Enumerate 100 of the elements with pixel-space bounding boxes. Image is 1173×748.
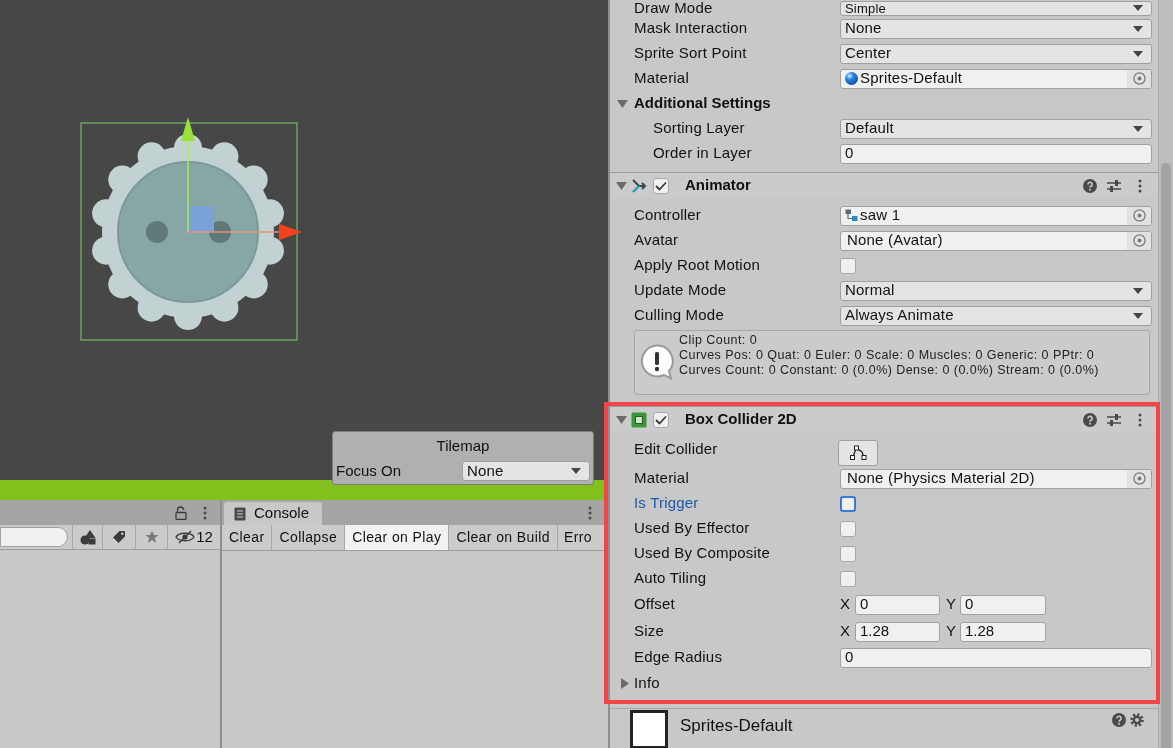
caret-icon [571, 468, 581, 475]
x-axis-arrow[interactable] [187, 224, 302, 240]
sliders-icon[interactable] [1107, 412, 1121, 427]
checkmark-icon [655, 414, 667, 425]
foldout-triangle-icon[interactable] [616, 415, 627, 424]
more-icon[interactable] [203, 505, 207, 520]
number-field[interactable]: 0 [960, 594, 1046, 615]
target-icon [1132, 234, 1146, 247]
node-graph-icon [845, 209, 858, 222]
component-title: Animator [685, 175, 751, 196]
enable-checkbox[interactable] [653, 177, 669, 194]
object-picker-button[interactable] [1127, 469, 1151, 488]
object-field[interactable]: None (Physics Material 2D) [840, 468, 1152, 489]
object-picker-button[interactable] [1127, 231, 1151, 250]
caret-icon [1133, 5, 1143, 11]
field-label: Auto Tiling [634, 568, 708, 589]
edit-collider-button[interactable] [838, 440, 878, 466]
object-field[interactable]: saw 1 [840, 205, 1152, 226]
material-preview [630, 710, 668, 748]
number-field[interactable]: 1.28 [960, 621, 1046, 642]
enable-checkbox[interactable] [653, 411, 669, 428]
target-icon [1132, 209, 1146, 222]
console-tab[interactable]: Console [224, 502, 322, 525]
axis-label: Y [946, 594, 957, 615]
axis-label: Y [946, 621, 957, 642]
checkbox[interactable] [840, 495, 856, 512]
dropdown[interactable]: Always Animate [840, 305, 1152, 326]
checkbox[interactable] [840, 570, 856, 587]
target-icon [1132, 72, 1146, 85]
caret-icon [1133, 312, 1143, 319]
field-label: Update Mode [634, 280, 728, 301]
sphere-icon [845, 72, 858, 85]
foldout-triangle-icon[interactable] [621, 677, 629, 689]
axis-label: X [840, 621, 851, 642]
foldout-label[interactable]: Info [634, 671, 660, 695]
object-picker-button[interactable] [1127, 206, 1151, 225]
checkbox[interactable] [840, 545, 856, 562]
dropdown[interactable]: Default [840, 118, 1152, 139]
checkbox[interactable] [840, 257, 856, 274]
branch-arrow-icon [631, 177, 647, 194]
foldout-label[interactable]: Additional Settings [634, 92, 771, 115]
number-field[interactable]: 0 [855, 594, 940, 615]
field-label: Avatar [634, 230, 680, 251]
object-field[interactable]: Sprites-Default [840, 68, 1152, 89]
foldout-triangle-icon[interactable] [616, 181, 627, 190]
lock-icon[interactable] [175, 505, 187, 520]
search-field[interactable] [0, 527, 68, 547]
field-label: Edge Radius [634, 647, 724, 668]
number-field[interactable]: 0 [840, 647, 1152, 668]
plane-handle[interactable] [188, 206, 214, 232]
field-label: Size [634, 621, 665, 642]
field-label: Sorting Layer [653, 118, 746, 139]
dropdown[interactable]: None [462, 461, 590, 482]
caret-icon [1133, 25, 1143, 32]
star-icon [144, 530, 159, 544]
field-label: Is Trigger [634, 493, 700, 514]
sliders-icon[interactable] [1107, 178, 1121, 193]
field-label: Focus On [336, 461, 403, 481]
caret-icon [1133, 50, 1143, 57]
dropdown[interactable]: Center [840, 43, 1152, 64]
dropdown[interactable]: None [840, 18, 1152, 39]
field-label: Controller [634, 205, 703, 226]
component-title: Box Collider 2D [685, 409, 797, 430]
node-path-icon [849, 445, 867, 461]
more-icon[interactable] [1138, 178, 1142, 193]
field-label: Material [634, 468, 690, 489]
checkmark-icon [655, 180, 667, 191]
number-field[interactable]: 0 [840, 143, 1152, 164]
field-label: Mask Interaction [634, 18, 749, 39]
dropdown[interactable]: Simple [840, 0, 1152, 16]
eye-slash-icon [175, 530, 196, 544]
caret-icon [1133, 287, 1143, 294]
scrollbar-thumb[interactable] [1161, 163, 1171, 748]
number-field[interactable]: 1.28 [855, 621, 940, 642]
more-icon[interactable] [588, 506, 592, 520]
field-label: Used By Effector [634, 518, 751, 539]
foldout-triangle-icon[interactable] [617, 99, 628, 108]
stats-line: Curves Count: 0 Constant: 0 (0.0%) Dense: 0 (0.0%) Stream: 0 (0.0%) [679, 363, 1099, 378]
toolbar-button[interactable]: Clear on Play [345, 525, 450, 550]
axis-label: X [840, 594, 851, 615]
checkbox[interactable] [840, 520, 856, 537]
field-label: Sprite Sort Point [634, 43, 748, 64]
y-axis-arrow[interactable] [181, 117, 195, 233]
field-label: Culling Mode [634, 305, 725, 326]
shapes-icon [79, 529, 96, 545]
caret-icon [1133, 125, 1143, 132]
scene-view[interactable] [0, 0, 608, 480]
dropdown[interactable]: Normal [840, 280, 1152, 301]
field-label: Material [634, 68, 690, 89]
filter-type-button[interactable] [72, 525, 103, 549]
field-label: Used By Composite [634, 543, 771, 564]
object-field[interactable]: None (Avatar) [840, 230, 1152, 251]
field-label: Apply Root Motion [634, 255, 761, 276]
object-picker-button[interactable] [1127, 69, 1151, 88]
stats-line: Curves Pos: 0 Quat: 0 Euler: 0 Scale: 0 Muscles: 0 Generic: 0 PPtr: 0 [679, 348, 1096, 363]
more-icon[interactable] [1138, 412, 1142, 427]
gear-icon[interactable] [1130, 713, 1144, 727]
field-label: Edit Collider [634, 438, 719, 459]
material-name: Sprites-Default [680, 715, 793, 737]
alert-bubble-icon [640, 344, 676, 380]
